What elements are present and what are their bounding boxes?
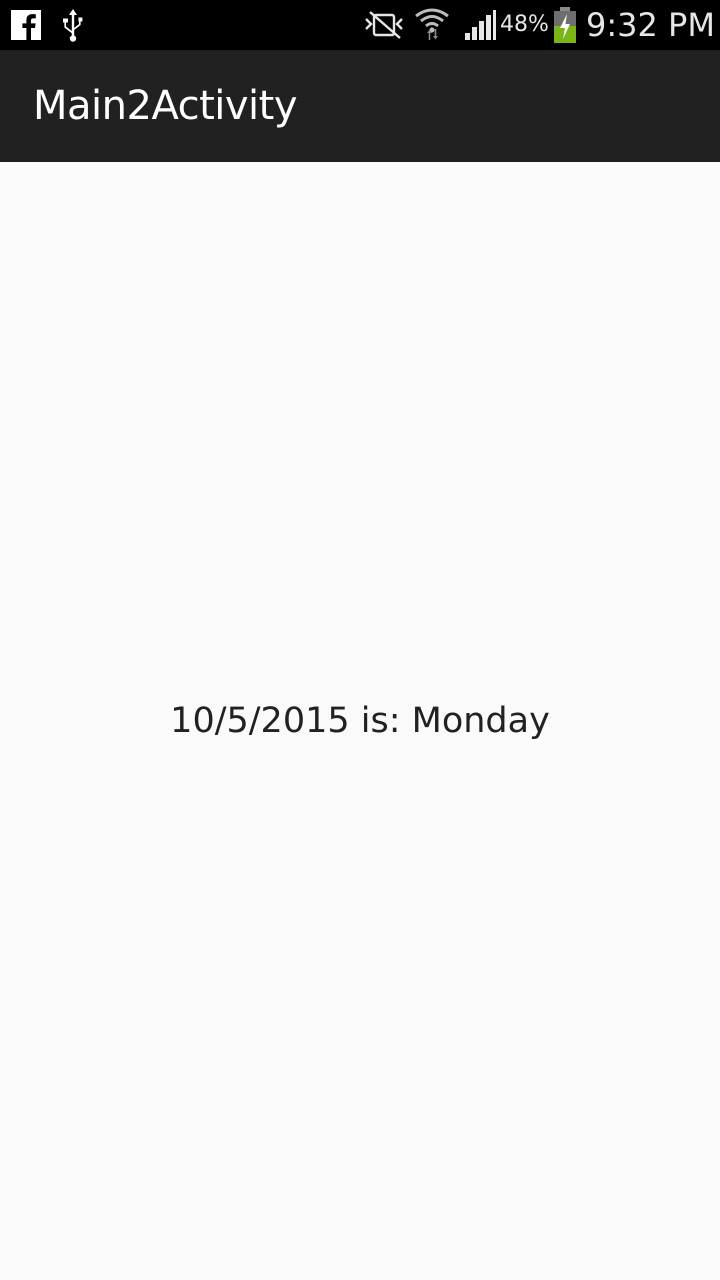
battery-charging-icon — [551, 0, 579, 50]
wifi-icon — [412, 0, 452, 50]
signal-icon — [462, 0, 498, 50]
page-title: Main2Activity — [33, 83, 298, 129]
status-bar: 48% 9:32 PM — [0, 0, 720, 50]
usb-icon — [58, 0, 88, 50]
silent-mode-icon — [362, 0, 406, 50]
clock-time: 9:32 PM — [586, 6, 715, 44]
battery-percent: 48% — [500, 12, 549, 37]
main-content: 10/5/2015 is: Monday — [0, 162, 720, 1280]
app-bar: Main2Activity — [0, 50, 720, 162]
day-of-week-result: 10/5/2015 is: Monday — [170, 701, 550, 741]
facebook-icon — [10, 0, 42, 50]
